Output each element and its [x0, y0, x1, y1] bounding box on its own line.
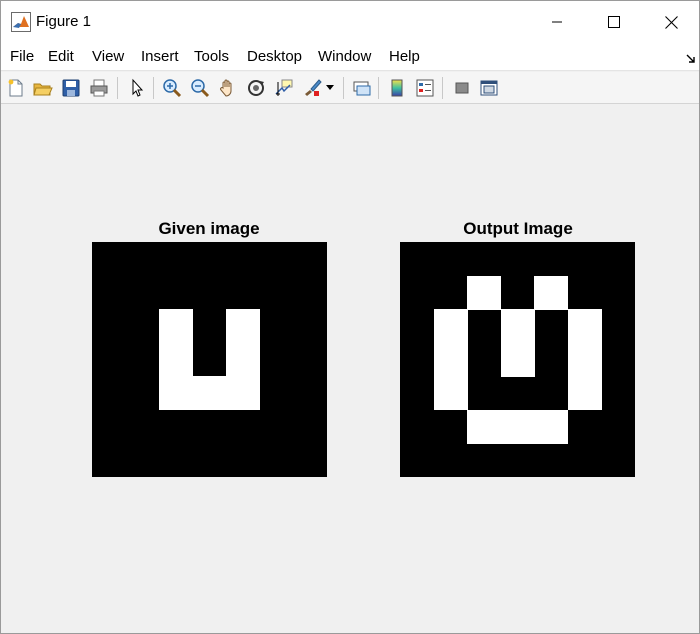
- print-icon[interactable]: [87, 76, 111, 100]
- minimize-icon: [552, 21, 562, 23]
- window-title: Figure 1: [36, 13, 92, 30]
- menu-help[interactable]: Help: [389, 48, 420, 65]
- menu-desktop[interactable]: Desktop: [247, 48, 302, 65]
- toolbar-separator: [343, 77, 344, 99]
- matlab-logo-icon: [11, 12, 31, 32]
- maximize-button[interactable]: [585, 1, 643, 43]
- select-arrow-icon[interactable]: [125, 76, 149, 100]
- image-pixel-white: [159, 342, 194, 377]
- given-image-axes[interactable]: [92, 242, 327, 477]
- image-pixel-white: [433, 342, 468, 377]
- pan-hand-icon[interactable]: [216, 76, 240, 100]
- toolbar-separator: [153, 77, 154, 99]
- save-icon[interactable]: [59, 76, 83, 100]
- menu-view[interactable]: View: [92, 48, 124, 65]
- image-pixel-white: [467, 409, 502, 444]
- menu-bar: File Edit View Insert Tools Desktop Wind…: [1, 43, 699, 71]
- image-pixel-white: [433, 376, 468, 411]
- insert-colorbar-icon[interactable]: [385, 76, 409, 100]
- output-image-axes[interactable]: [400, 242, 635, 477]
- new-figure-icon[interactable]: [4, 76, 28, 100]
- toolbar: [1, 72, 699, 104]
- image-pixel-white: [467, 275, 502, 310]
- image-pixel-white: [159, 376, 194, 411]
- menu-file[interactable]: File: [10, 48, 34, 65]
- toolbar-separator: [442, 77, 443, 99]
- minimize-button[interactable]: [528, 1, 586, 43]
- menu-window[interactable]: Window: [318, 48, 371, 65]
- maximize-icon: [608, 16, 620, 28]
- image-pixel-white: [567, 342, 602, 377]
- dock-arrow-icon[interactable]: [686, 51, 696, 63]
- close-button[interactable]: [642, 1, 700, 43]
- close-icon: [664, 15, 678, 29]
- image-pixel-white: [567, 309, 602, 344]
- image-pixel-white: [226, 376, 261, 411]
- image-pixel-white: [159, 309, 194, 344]
- link-plot-icon[interactable]: [350, 76, 374, 100]
- zoom-out-icon[interactable]: [188, 76, 212, 100]
- image-pixel-white: [226, 342, 261, 377]
- menu-tools[interactable]: Tools: [194, 48, 229, 65]
- title-bar[interactable]: Figure 1: [1, 1, 699, 43]
- image-pixel-white: [500, 342, 535, 377]
- image-pixel-white: [226, 309, 261, 344]
- image-pixel-white: [534, 409, 569, 444]
- image-pixel-white: [534, 275, 569, 310]
- data-cursor-icon[interactable]: [272, 76, 296, 100]
- given-image-title: Given image: [158, 219, 260, 238]
- output-image-title: Output Image: [463, 219, 573, 238]
- toolbar-separator: [378, 77, 379, 99]
- zoom-in-icon[interactable]: [160, 76, 184, 100]
- image-pixel-white: [192, 376, 227, 411]
- rotate-3d-icon[interactable]: [244, 76, 268, 100]
- menu-edit[interactable]: Edit: [48, 48, 74, 65]
- hide-plot-tools-icon[interactable]: [450, 76, 474, 100]
- figure-window: Figure 1 File Edit View Insert Tools Des…: [0, 0, 700, 634]
- menu-insert[interactable]: Insert: [141, 48, 179, 65]
- open-file-icon[interactable]: [31, 76, 55, 100]
- image-pixel-white: [500, 309, 535, 344]
- brush-dropdown-icon[interactable]: [323, 76, 337, 100]
- image-pixel-white: [433, 309, 468, 344]
- brush-icon[interactable]: [300, 76, 324, 100]
- insert-legend-icon[interactable]: [413, 76, 437, 100]
- toolbar-separator: [117, 77, 118, 99]
- image-pixel-white: [567, 376, 602, 411]
- image-pixel-white: [500, 409, 535, 444]
- show-plot-tools-icon[interactable]: [477, 76, 501, 100]
- figure-canvas[interactable]: Given image Output Image: [1, 105, 699, 633]
